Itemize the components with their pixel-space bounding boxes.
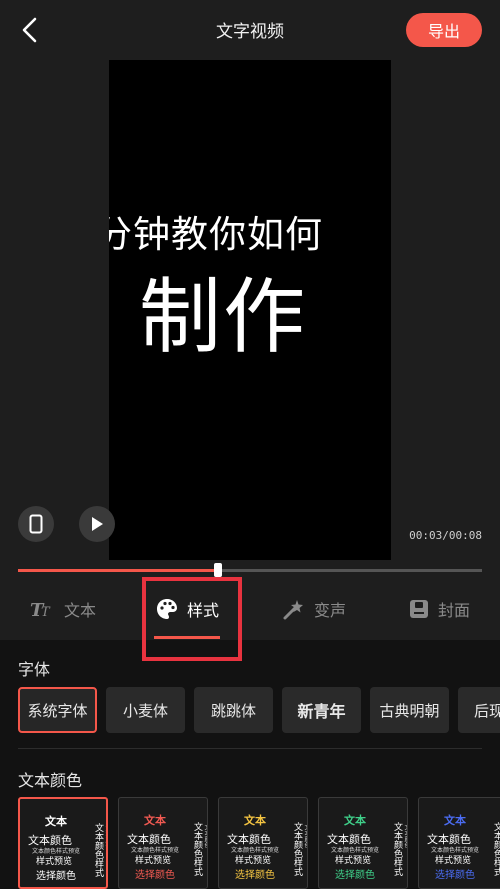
color-card-preview-text: 样式预览 bbox=[235, 856, 272, 866]
color-card-vertical-text: 文本颜色样式 bbox=[492, 822, 500, 876]
color-card-select-text: 选择颜色 bbox=[135, 870, 175, 881]
color-card-preview-text: 样式预览 bbox=[135, 856, 172, 866]
section-divider bbox=[18, 748, 482, 749]
color-card-vertical-small-text: 文本颜色 bbox=[303, 824, 308, 848]
color-option-white[interactable]: 文本 文本颜色 文本颜色样式预览 样式预览 选择颜色 文本颜色样式 文本颜色 bbox=[18, 797, 108, 889]
color-card-select-text: 选择颜色 bbox=[235, 870, 275, 881]
color-card-vertical-small-text: 文本颜色 bbox=[104, 825, 108, 849]
font-option-xiaomai[interactable]: 小麦体 bbox=[106, 687, 185, 733]
font-list: 系统字体 小麦体 跳跳体 新青年 古典明朝 后现 bbox=[18, 687, 500, 733]
color-card-title: 文本 bbox=[344, 814, 366, 827]
timeline-thumb[interactable] bbox=[213, 563, 222, 577]
play-icon bbox=[92, 517, 103, 531]
color-card-select-text: 选择颜色 bbox=[36, 871, 76, 882]
tab-voice-label: 变声 bbox=[314, 601, 347, 620]
font-option-houxian[interactable]: 后现 bbox=[458, 687, 500, 733]
export-button[interactable]: 导出 bbox=[406, 13, 482, 47]
color-card-preview-text: 样式预览 bbox=[435, 856, 472, 866]
color-option-blue[interactable]: 文本文本颜色文本颜色样式预览样式预览选择颜色文本颜色样式文本颜色 bbox=[418, 797, 500, 889]
color-option-red[interactable]: 文本 文本颜色 文本颜色样式预览 样式预览 选择颜色 文本颜色样式 文本颜色 bbox=[118, 797, 208, 889]
color-option-yellow[interactable]: 文本 文本颜色 文本颜色样式预览 样式预览 选择颜色 文本颜色样式 文本颜色 bbox=[218, 797, 308, 889]
svg-text:T: T bbox=[41, 605, 51, 619]
font-option-xinqingnian[interactable]: 新青年 bbox=[282, 687, 361, 733]
color-card-title: 文本 bbox=[244, 814, 266, 827]
timeline-progress-fill bbox=[18, 569, 218, 572]
tab-cover-label: 封面 bbox=[438, 601, 471, 620]
color-section-label: 文本颜色 bbox=[18, 771, 83, 790]
font-section-label: 字体 bbox=[18, 660, 51, 679]
color-card-title: 文本 bbox=[45, 815, 67, 828]
color-card-title: 文本 bbox=[444, 814, 466, 827]
color-card-preview-text: 样式预览 bbox=[36, 857, 73, 867]
color-card-preview-text: 样式预览 bbox=[335, 856, 372, 866]
color-option-green[interactable]: 文本 文本颜色 文本颜色样式预览 样式预览 选择颜色 文本颜色样式 文本颜色 bbox=[318, 797, 408, 889]
tab-text[interactable]: T T 文本 bbox=[30, 580, 96, 638]
tab-voice[interactable]: 变声 bbox=[282, 580, 346, 638]
voice-effect-icon bbox=[283, 600, 303, 620]
editor-tabs: T T 文本 样式 变声 封面 bbox=[0, 580, 500, 638]
font-option-gudian[interactable]: 古典明朝 bbox=[370, 687, 449, 733]
text-tt-icon: T T bbox=[30, 600, 51, 619]
timeline-scrubber[interactable] bbox=[18, 563, 482, 577]
color-card-select-text: 选择颜色 bbox=[435, 870, 475, 881]
color-card-vertical-small-text: 文本颜色 bbox=[203, 824, 208, 848]
orientation-button[interactable] bbox=[18, 506, 54, 542]
play-button[interactable] bbox=[79, 506, 115, 542]
color-card-title: 文本 bbox=[144, 814, 166, 827]
color-card-select-text: 选择颜色 bbox=[335, 870, 375, 881]
video-text-line2: 制作 bbox=[139, 270, 308, 365]
tab-cover[interactable]: 封面 bbox=[408, 580, 470, 638]
video-frame[interactable]: 分钟教你如何 制作 bbox=[109, 60, 391, 560]
top-bar: 文字视频 导出 bbox=[0, 0, 500, 60]
font-option-system[interactable]: 系统字体 bbox=[18, 687, 97, 733]
cover-icon bbox=[410, 600, 428, 618]
video-preview-area: 分钟教你如何 制作 00:03/00:08 bbox=[0, 60, 500, 560]
phone-portrait-icon bbox=[29, 514, 43, 534]
text-color-list: 文本文本颜色 文本颜色样式预览 样式预览选择颜色 文本颜色样式 文本颜色 文本文本颜色 文… bbox=[18, 797, 500, 889]
time-readout: 00:03/00:08 bbox=[409, 529, 482, 542]
color-card-vertical-small-text: 文本颜色 bbox=[403, 824, 408, 848]
font-option-tiaotiao[interactable]: 跳跳体 bbox=[194, 687, 273, 733]
tab-text-label: 文本 bbox=[64, 601, 97, 620]
annotation-highlight-box bbox=[142, 577, 242, 661]
